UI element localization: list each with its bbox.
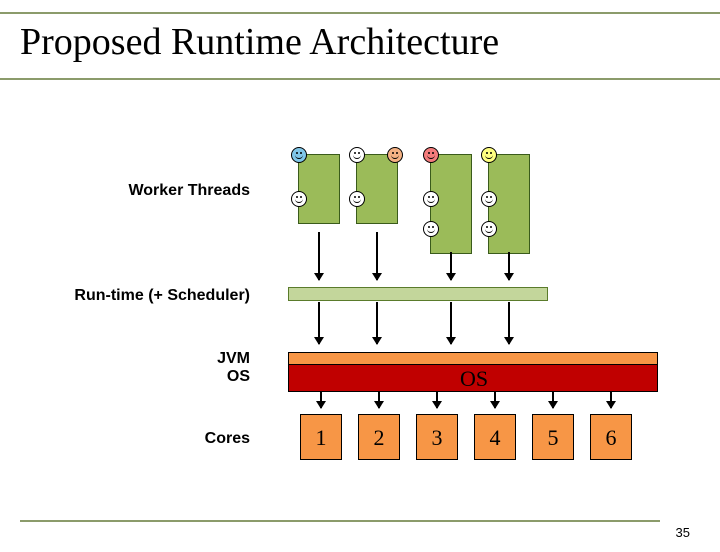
smiley-icon [291,191,307,207]
title-bar: Proposed Runtime Architecture [0,12,720,80]
smiley-icon [349,191,365,207]
worker-column [488,154,530,254]
label-jvm-os: JVM OS [150,350,250,386]
arrow-icon [320,392,322,408]
worker-column [298,154,340,224]
arrow-icon [376,232,378,280]
core-box: 4 [474,414,516,460]
arrow-icon [508,302,510,344]
label-worker-threads: Worker Threads [70,182,250,200]
arrow-icon [318,232,320,280]
smiley-icon [423,191,439,207]
arrow-icon [450,252,452,280]
arrow-icon [436,392,438,408]
arrow-icon [494,392,496,408]
smiley-icon [349,147,365,163]
smiley-icon [481,221,497,237]
arrow-icon [610,392,612,408]
label-runtime: Run-time (+ Scheduler) [50,287,250,305]
os-label: OS [460,366,488,392]
smiley-icon [481,191,497,207]
architecture-diagram: Worker Threads Run-time (+ Scheduler) JV… [0,132,720,512]
label-jvm: JVM [217,350,250,367]
smiley-icon [481,147,497,163]
smiley-icon [387,147,403,163]
label-cores: Cores [150,430,250,448]
worker-column [356,154,398,224]
arrow-icon [552,392,554,408]
smiley-icon [423,221,439,237]
core-box: 3 [416,414,458,460]
core-box: 2 [358,414,400,460]
worker-column [430,154,472,254]
page-number: 35 [676,525,690,540]
arrow-icon [318,302,320,344]
smiley-icon [423,147,439,163]
label-os-left: OS [227,368,250,385]
core-box: 5 [532,414,574,460]
core-box: 1 [300,414,342,460]
smiley-icon [291,147,307,163]
arrow-icon [376,302,378,344]
bottom-rule [20,520,660,522]
arrow-icon [450,302,452,344]
arrow-icon [508,252,510,280]
arrow-icon [378,392,380,408]
core-box: 6 [590,414,632,460]
page-title: Proposed Runtime Architecture [20,20,720,64]
runtime-bar [288,287,548,301]
